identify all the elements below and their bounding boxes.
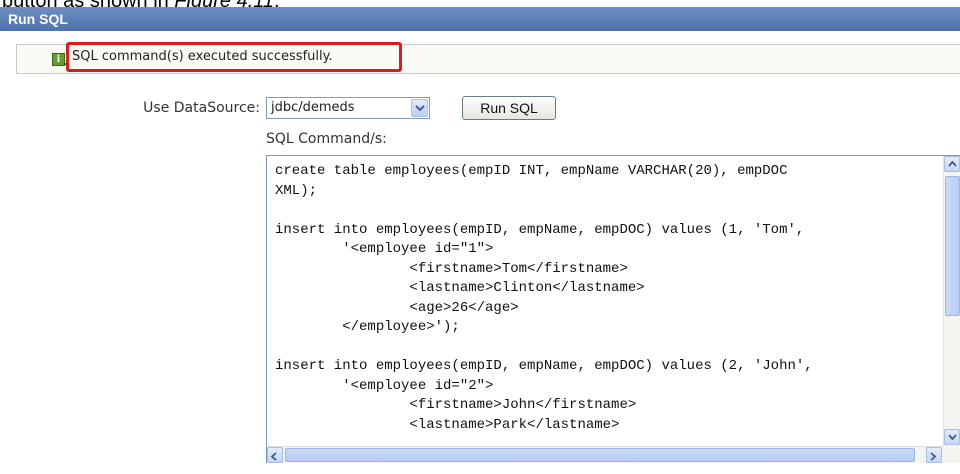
sql-line <box>275 201 935 221</box>
sql-line: insert into employees(empID, empName, em… <box>275 221 805 238</box>
datasource-selected-value: jdbc/demeds <box>271 100 355 115</box>
sql-line <box>275 338 935 358</box>
info-icon: i <box>52 53 69 66</box>
sql-line: '<employee id="2"> <box>275 377 494 394</box>
sql-line: XML); <box>275 182 318 199</box>
sql-line: </employee>'); <box>275 319 460 335</box>
window-title: Run SQL <box>8 11 68 27</box>
scroll-up-icon[interactable] <box>944 156 960 172</box>
sql-line: <lastname>Park</lastname> <box>275 416 620 433</box>
scroll-left-icon[interactable] <box>267 447 283 463</box>
window-title-bar: Run SQL <box>0 7 960 31</box>
scroll-right-icon[interactable] <box>926 447 942 463</box>
horizontal-scroll-thumb[interactable] <box>285 448 915 462</box>
resize-grip-icon[interactable] <box>943 446 960 463</box>
datasource-label: Use DataSource: <box>143 100 260 116</box>
sql-code[interactable]: create table employees(empID INT, empNam… <box>275 162 935 442</box>
vertical-scrollbar[interactable] <box>943 156 960 446</box>
horizontal-scrollbar[interactable] <box>267 446 943 463</box>
sql-line: <age>26</age> <box>275 299 519 316</box>
sql-line: <firstname>Tom</firstname> <box>275 260 628 277</box>
sql-line: '<employee id="1"> <box>275 241 494 257</box>
run-sql-button[interactable]: Run SQL <box>462 96 556 120</box>
sql-command-textarea[interactable]: create table employees(empID INT, empNam… <box>266 155 960 463</box>
scroll-down-icon[interactable] <box>944 429 960 445</box>
chevron-down-icon[interactable] <box>411 99 428 117</box>
sql-command-label: SQL Command/s: <box>266 131 387 147</box>
sql-line: create table employees(empID INT, empNam… <box>275 163 788 179</box>
sql-line: insert into employees(empID, empName, em… <box>275 358 813 374</box>
datasource-select[interactable]: jdbc/demeds <box>266 97 430 119</box>
sql-line: <lastname>Clinton</lastname> <box>275 280 645 296</box>
vertical-scroll-thumb[interactable] <box>945 176 960 316</box>
sql-line: <firstname>John</firstname> <box>275 397 637 413</box>
highlight-annotation <box>66 42 402 72</box>
